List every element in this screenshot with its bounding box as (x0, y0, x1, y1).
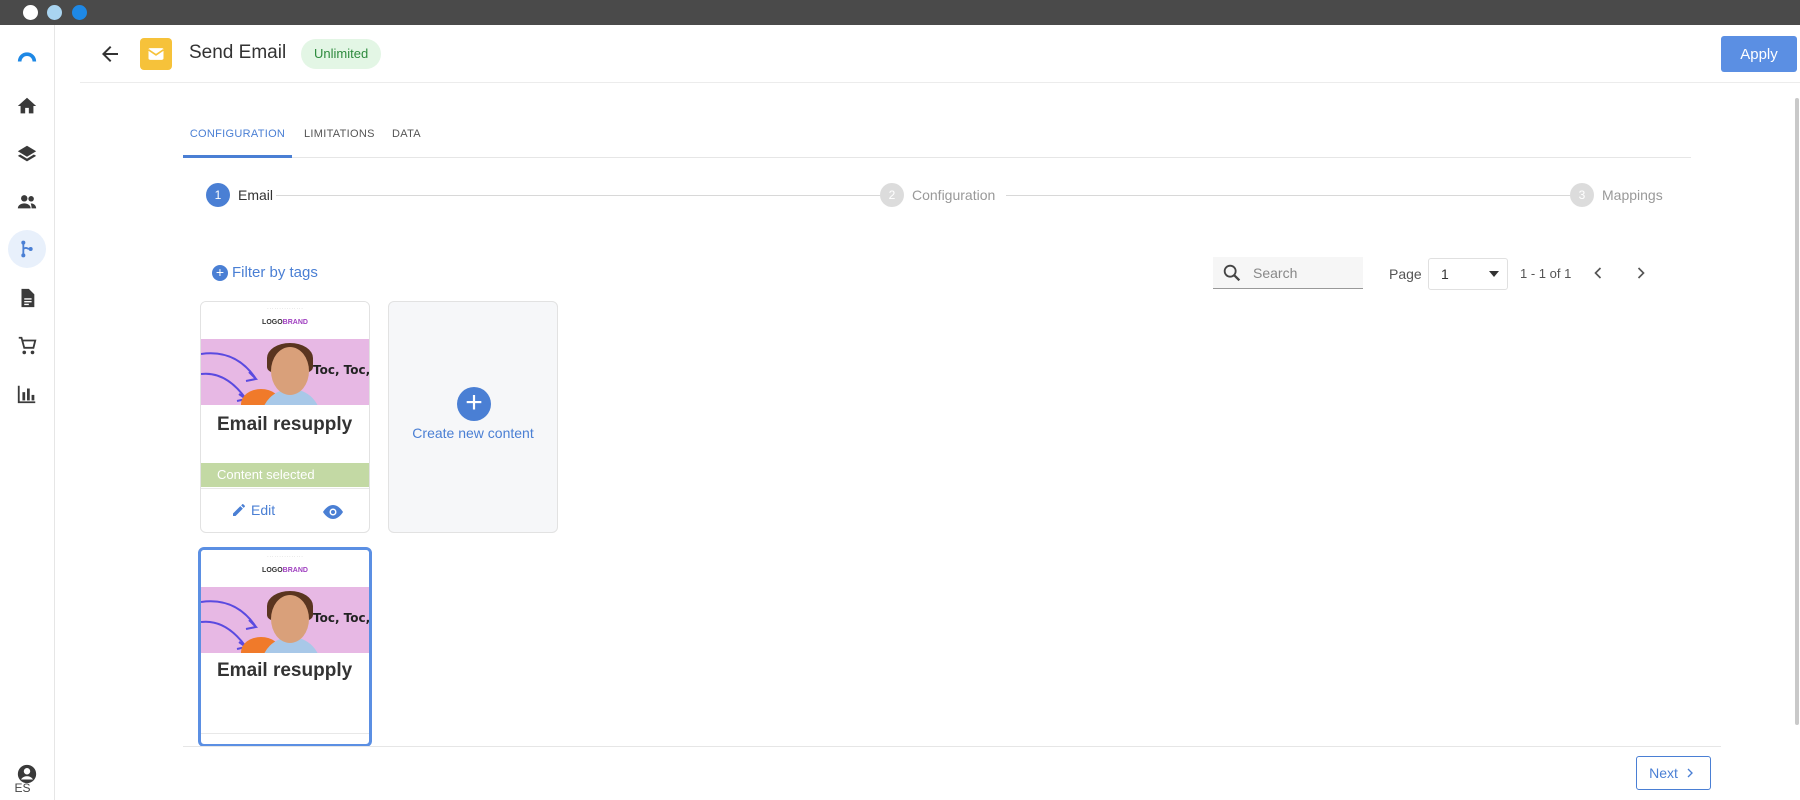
bar-chart-icon[interactable] (8, 375, 46, 413)
filter-by-tags-button[interactable]: + Filter by tags (212, 264, 318, 281)
language-label[interactable]: ES (0, 781, 45, 795)
thumbnail-logo: LOGOBRAND (262, 319, 308, 326)
thumbnail-preheader: · · · · · · · · · · · · · · · (267, 306, 303, 311)
step-number: 2 (880, 183, 904, 207)
step-connector (1006, 195, 1576, 196)
divider (201, 733, 369, 734)
page-select[interactable]: 1 (1428, 258, 1508, 290)
stepper: 1 Email 2 Configuration 3 Mappings (206, 183, 1663, 209)
step-configuration[interactable]: 2 Configuration (880, 183, 995, 207)
add-circle-icon: + (212, 264, 228, 281)
status-badge: Unlimited (301, 39, 382, 69)
edit-label: Edit (251, 502, 276, 518)
thumbnail-logo: LOGOBRAND (262, 567, 308, 574)
email-thumbnail: · · · · · · · · · · · · · · · LOGOBRAND … (201, 550, 369, 653)
step-label: Configuration (912, 187, 996, 203)
thumbnail-banner: Toc, Toc, To (201, 587, 369, 653)
step-number: 3 (1570, 183, 1594, 207)
card-title: Email resupply (217, 660, 353, 681)
thumbnail-preheader: · · · · · · · · · · · · · · · (267, 554, 303, 559)
chevron-right-icon (1687, 768, 1693, 778)
email-app-icon (140, 38, 172, 70)
card-title: Email resupply (217, 414, 353, 435)
layers-icon[interactable] (8, 135, 46, 173)
person-illustration (271, 347, 309, 395)
tab-limitations[interactable]: LIMITATIONS (304, 120, 375, 158)
step-email[interactable]: 1 Email (206, 183, 273, 207)
chevron-right-icon[interactable] (1630, 262, 1652, 284)
brand-logo-icon[interactable] (8, 37, 46, 75)
thumbnail-headline: Toc, Toc, To (313, 363, 369, 377)
header: Send Email Unlimited Apply (80, 25, 1800, 83)
search-icon (1223, 264, 1241, 281)
eye-icon[interactable] (321, 500, 345, 524)
create-new-content-card[interactable]: + Create new content (388, 301, 558, 533)
thumbnail-banner: Toc, Toc, To (201, 339, 369, 405)
create-new-content-label: Create new content (412, 425, 534, 441)
window-close-dot[interactable] (23, 5, 38, 20)
page-label: Page (1389, 266, 1422, 282)
sidebar: ES (0, 25, 55, 800)
search-box (1213, 257, 1363, 289)
footer-divider (183, 746, 1721, 747)
step-number: 1 (206, 183, 230, 207)
page-select-value: 1 (1441, 266, 1449, 282)
edit-button[interactable]: Edit (231, 502, 275, 518)
search-input[interactable] (1253, 264, 1353, 281)
document-icon[interactable] (8, 279, 46, 317)
step-label: Email (238, 187, 274, 203)
page-title: Send Email (189, 42, 287, 63)
filter-label: Filter by tags (232, 264, 318, 281)
plus-icon: + (457, 387, 491, 421)
email-thumbnail: · · · · · · · · · · · · · · · LOGOBRAND … (201, 302, 369, 405)
tab-data[interactable]: DATA (392, 120, 421, 158)
caret-down-icon (1489, 271, 1499, 277)
tab-configuration[interactable]: CONFIGURATION (183, 120, 292, 158)
chevron-left-icon[interactable] (1587, 262, 1609, 284)
tab-bar: CONFIGURATION LIMITATIONS DATA (183, 120, 1691, 158)
back-arrow-icon[interactable] (98, 42, 122, 66)
window-maximize-dot[interactable] (72, 5, 87, 20)
content-card[interactable]: · · · · · · · · · · · · · · · LOGOBRAND … (198, 547, 372, 747)
person-illustration (271, 595, 309, 643)
flow-icon[interactable] (8, 230, 46, 268)
cart-icon[interactable] (8, 327, 46, 365)
pencil-icon (233, 504, 245, 516)
people-icon[interactable] (8, 183, 46, 221)
step-mappings[interactable]: 3 Mappings (1570, 183, 1663, 207)
scrollbar[interactable] (1795, 98, 1799, 725)
home-icon[interactable] (8, 87, 46, 125)
window-minimize-dot[interactable] (47, 5, 62, 20)
content-selected-bar: Content selected (201, 463, 369, 487)
page-range: 1 - 1 of 1 (1520, 266, 1572, 281)
step-label: Mappings (1602, 187, 1663, 203)
content-card[interactable]: · · · · · · · · · · · · · · · LOGOBRAND … (200, 301, 370, 533)
apply-button[interactable]: Apply (1721, 36, 1797, 72)
step-connector (276, 195, 881, 196)
window-titlebar (0, 0, 1800, 25)
next-label: Next (1649, 765, 1678, 781)
thumbnail-headline: Toc, Toc, To (313, 611, 369, 625)
next-button[interactable]: Next (1636, 756, 1711, 790)
card-actions: Edit (201, 488, 369, 532)
